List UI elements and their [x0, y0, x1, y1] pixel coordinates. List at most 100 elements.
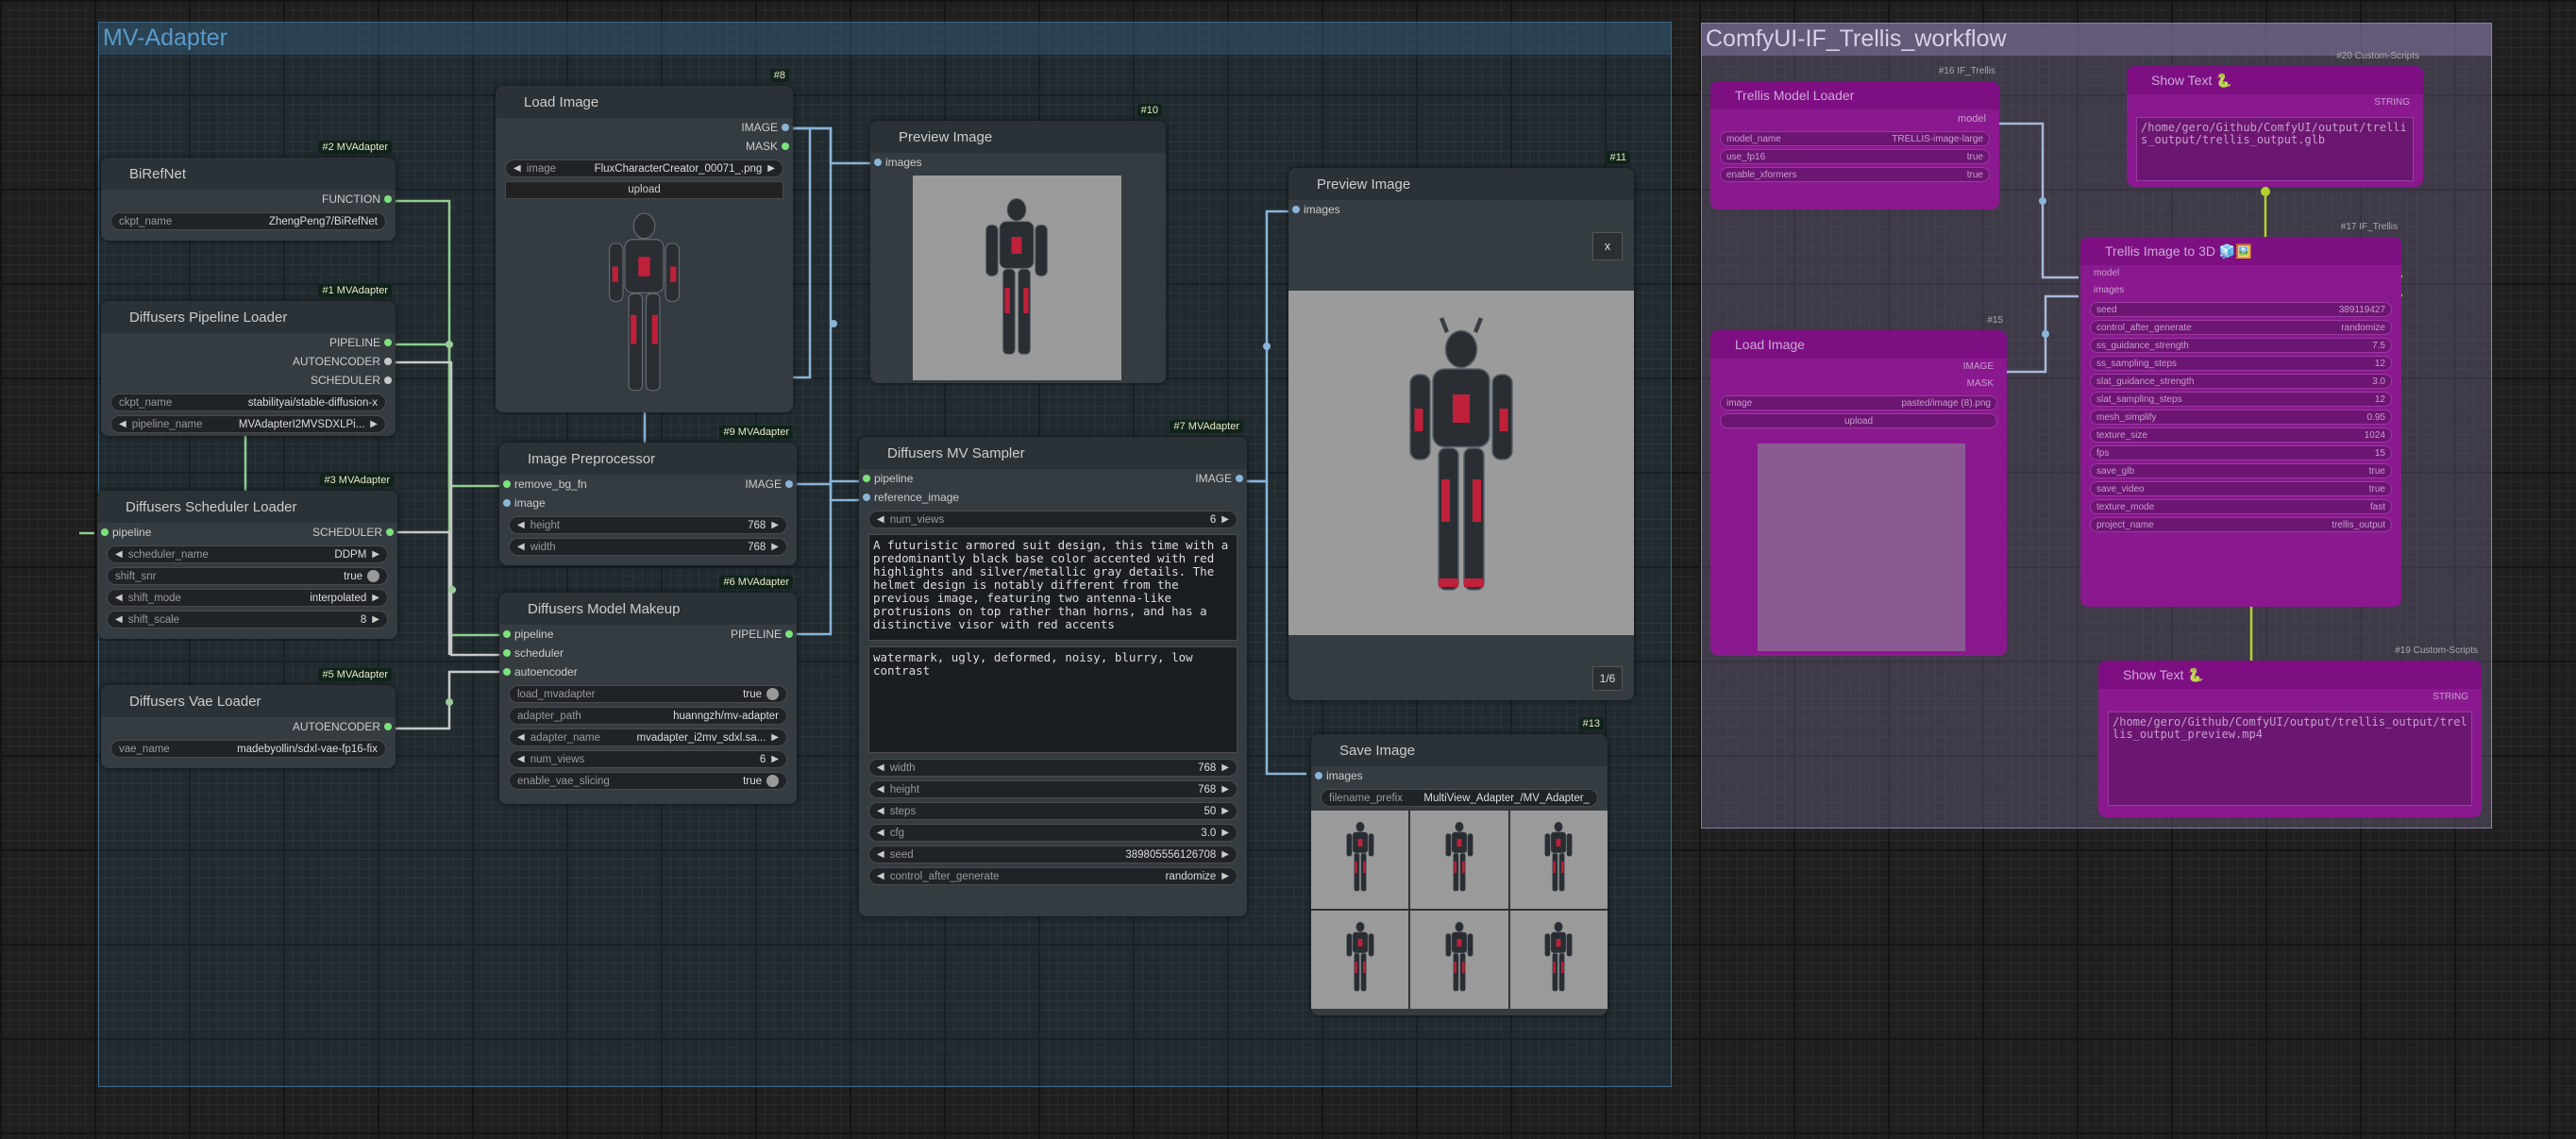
output-mask[interactable]: MASK [496, 137, 793, 156]
input-images[interactable]: images [1311, 766, 1608, 785]
output-pipeline[interactable]: PIPELINE [101, 333, 396, 352]
input-dot[interactable] [874, 159, 882, 166]
node-scheduler-loader[interactable]: #3 MVAdapter Diffusers Scheduler Loader … [97, 474, 397, 639]
output-dot[interactable] [384, 358, 392, 365]
slat-guidance-widget[interactable]: slat_guidance_strength 3.0 [2090, 374, 2392, 389]
ss-guidance-widget[interactable]: ss_guidance_strength 7.5 [2090, 338, 2392, 353]
upload-button[interactable]: upload [1720, 413, 1997, 428]
pipeline-name-widget[interactable]: pipeline_name MVAdapterI2MVSDXLPi... [110, 415, 386, 433]
seed-widget[interactable]: seed 389805556126708 [868, 846, 1237, 863]
toggle-knob[interactable] [766, 688, 779, 700]
output-scheduler[interactable]: SCHEDULER [101, 371, 396, 390]
input-autoencoder[interactable]: autoencoder [499, 662, 797, 681]
input-pipeline[interactable]: pipeline [859, 469, 1247, 488]
height-widget[interactable]: height 768 [509, 516, 787, 534]
input-dot[interactable] [503, 630, 511, 638]
thumbnail[interactable] [1509, 811, 1608, 909]
texture-mode-widget[interactable]: texture_mode fast [2090, 499, 2392, 514]
input-scheduler[interactable]: scheduler [499, 644, 797, 662]
ckpt-name-widget[interactable]: ckpt_name ZhengPeng7/BiRefNet [110, 212, 386, 230]
output-pipeline[interactable]: PIPELINE [731, 625, 797, 644]
output-autoencoder[interactable]: AUTOENCODER [101, 352, 396, 371]
node-trellis-model-loader[interactable]: #16 IF_Trellis Trellis Model Loader mode… [1710, 66, 1999, 209]
input-images[interactable]: images [1288, 200, 1634, 219]
node-model-makeup[interactable]: #6 MVAdapter Diffusers Model Makeup pipe… [499, 576, 797, 804]
seed-widget[interactable]: seed 389119427 [2090, 302, 2392, 317]
width-widget[interactable]: width 768 [868, 759, 1237, 777]
image-select-widget[interactable]: image FluxCharacterCreator_00071_.png [505, 159, 783, 177]
node-birefnet[interactable]: #2 MVAdapter BiRefNet FUNCTION ckpt_name… [101, 141, 396, 241]
node-show-text-20[interactable]: #20 Custom-Scripts Show Text 🐍 STRING /h… [2127, 51, 2423, 187]
save-glb-toggle[interactable]: save_glb true [2090, 463, 2392, 478]
model-name-widget[interactable]: model_name TRELLIS-image-large [1720, 131, 1990, 146]
num-views-widget[interactable]: num_views 6 [868, 511, 1237, 528]
num-views-widget[interactable]: num_views 6 [509, 750, 787, 768]
height-widget[interactable]: height 768 [868, 780, 1237, 798]
node-mv-sampler[interactable]: #7 MVAdapter Diffusers MV Sampler pipeli… [859, 420, 1247, 916]
adapter-name-widget[interactable]: adapter_name mvadapter_i2mv_sdxl.sa... [509, 729, 787, 746]
use-fp16-toggle[interactable]: use_fp16 true [1720, 149, 1990, 164]
input-model[interactable]: model [2080, 265, 2401, 282]
output-image[interactable]: IMAGE [745, 475, 797, 494]
shift-snr-toggle[interactable]: shift_snr true [107, 567, 388, 585]
close-button[interactable]: x [1592, 232, 1623, 260]
scheduler-name-widget[interactable]: scheduler_name DDPM [107, 545, 388, 563]
adapter-path-widget[interactable]: adapter_path huanngzh/mv-adapter [509, 707, 787, 725]
input-reference-image[interactable]: reference_image [859, 488, 1247, 507]
output-dot[interactable] [384, 723, 392, 730]
upload-button[interactable]: upload [505, 181, 783, 199]
shift-mode-widget[interactable]: shift_mode interpolated [107, 589, 388, 607]
input-dot[interactable] [863, 475, 870, 482]
enable-vae-slicing-toggle[interactable]: enable_vae_slicing true [509, 772, 787, 790]
output-image[interactable]: IMAGE [1195, 469, 1247, 488]
show-text-content[interactable]: /home/gero/Github/ComfyUI/output/trellis… [2108, 712, 2472, 806]
control-after-generate-widget[interactable]: control_after_generate randomize [2090, 320, 2392, 335]
output-dot[interactable] [782, 124, 789, 131]
shift-scale-widget[interactable]: shift_scale 8 [107, 611, 388, 628]
thumbnail[interactable] [1509, 911, 1608, 1009]
output-dot[interactable] [785, 630, 793, 638]
node-show-text-19[interactable]: #19 Custom-Scripts Show Text 🐍 STRING /h… [2098, 645, 2482, 817]
cfg-widget[interactable]: cfg 3.0 [868, 824, 1237, 842]
project-name-widget[interactable]: project_name trellis_output [2090, 517, 2392, 532]
output-dot[interactable] [384, 377, 392, 384]
output-autoencoder[interactable]: AUTOENCODER [101, 717, 396, 736]
ss-steps-widget[interactable]: ss_sampling_steps 12 [2090, 356, 2392, 371]
node-pipeline-loader[interactable]: #1 MVAdapter Diffusers Pipeline Loader P… [101, 284, 396, 436]
input-image[interactable]: image [499, 494, 797, 512]
input-dot[interactable] [101, 528, 109, 536]
filename-prefix-widget[interactable]: filename_prefix MultiView_Adapter_/MV_Ada… [1321, 789, 1598, 807]
fps-widget[interactable]: fps 15 [2090, 445, 2392, 461]
control-after-generate-widget[interactable]: control_after_generate randomize [868, 867, 1237, 885]
input-dot[interactable] [1315, 772, 1322, 779]
node-image-preprocessor[interactable]: #9 MVAdapter Image Preprocessor remove_b… [499, 426, 797, 565]
input-dot[interactable] [503, 649, 511, 657]
output-string[interactable]: STRING [2098, 689, 2482, 706]
vae-name-widget[interactable]: vae_name madebyollin/sdxl-vae-fp16-fix [110, 740, 386, 758]
node-load-image-15[interactable]: #15 Load Image IMAGE MASK image pasted/im… [1710, 315, 2007, 656]
prompt-textarea[interactable]: A futuristic armored suit design, this t… [868, 534, 1237, 641]
output-dot[interactable] [384, 339, 392, 346]
node-preview-image-11[interactable]: #11 Preview Image images x 1/6 [1288, 151, 1634, 700]
output-dot[interactable] [1236, 475, 1243, 482]
toggle-knob[interactable] [766, 775, 779, 787]
thumbnail[interactable] [1311, 811, 1409, 909]
output-model[interactable]: model [1710, 109, 1999, 128]
load-mvadapter-toggle[interactable]: load_mvadapter true [509, 685, 787, 703]
thumbnail[interactable] [1410, 811, 1508, 909]
input-dot[interactable] [503, 480, 511, 488]
enable-xformers-toggle[interactable]: enable_xformers true [1720, 167, 1990, 182]
save-video-toggle[interactable]: save_video true [2090, 481, 2392, 496]
output-dot[interactable] [785, 480, 793, 488]
output-mask[interactable]: MASK [1710, 376, 2007, 393]
width-widget[interactable]: width 768 [509, 538, 787, 556]
ckpt-name-widget[interactable]: ckpt_name stabilityai/stable-diffusion-x [110, 394, 386, 411]
texture-size-widget[interactable]: texture_size 1024 [2090, 427, 2392, 443]
node-preview-image-10[interactable]: #10 Preview Image images [870, 104, 1166, 383]
node-vae-loader[interactable]: #5 MVAdapter Diffusers Vae Loader AUTOEN… [101, 668, 396, 768]
thumbnail[interactable] [1311, 911, 1409, 1009]
input-images[interactable]: images [2080, 282, 2401, 299]
input-dot[interactable] [863, 494, 870, 501]
output-image[interactable]: IMAGE [496, 118, 793, 137]
output-dot[interactable] [782, 142, 789, 150]
